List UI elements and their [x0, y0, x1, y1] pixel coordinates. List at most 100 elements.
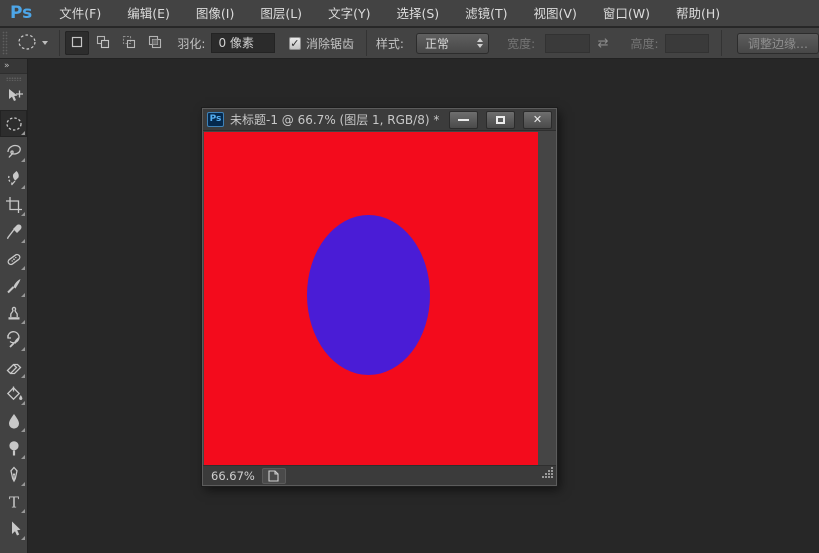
style-label: 样式:: [375, 36, 404, 51]
menu-item-2[interactable]: 图像(I): [183, 0, 247, 27]
document-statusbar: 66.67%: [203, 465, 556, 485]
tools-panel-grip-handle[interactable]: [0, 74, 27, 83]
menu-item-6[interactable]: 滤镜(T): [452, 0, 520, 27]
menu-item-4[interactable]: 文字(Y): [315, 0, 383, 27]
document-window: Ps 未标题-1 @ 66.7% (图层 1, RGB/8) * ✕ 66.67…: [202, 108, 557, 486]
menu-item-5[interactable]: 选择(S): [383, 0, 452, 27]
workspace: Ps 未标题-1 @ 66.7% (图层 1, RGB/8) * ✕ 66.67…: [29, 59, 819, 553]
flyout-indicator: [21, 185, 25, 189]
selection-mode-buttons: [65, 31, 167, 55]
intersect-selection-button[interactable]: [143, 31, 167, 55]
menu-item-9[interactable]: 帮助(H): [663, 0, 733, 27]
document-titlebar[interactable]: Ps 未标题-1 @ 66.7% (图层 1, RGB/8) * ✕: [203, 109, 556, 131]
feather-input[interactable]: 0 像素: [211, 33, 275, 53]
lasso-tool[interactable]: [0, 137, 27, 164]
tool-list: T: [0, 83, 27, 553]
new-selection-icon: [69, 34, 85, 53]
new-selection-button[interactable]: [65, 31, 90, 55]
flyout-indicator: [21, 401, 25, 405]
flyout-indicator: [21, 239, 25, 243]
elliptical-marquee-icon: [16, 31, 38, 56]
flyout-indicator: [21, 158, 25, 162]
separator: [721, 30, 722, 56]
style-select[interactable]: 正常: [415, 32, 490, 54]
move-tool[interactable]: [0, 83, 27, 110]
photoshop-app: Ps 文件(F) 编辑(E) 图像(I) 图层(L) 文字(Y) 选择(S) 滤镜(T) 视图…: [0, 0, 819, 553]
flyout-indicator: [21, 482, 25, 486]
maximize-button[interactable]: [486, 110, 515, 129]
eraser-tool[interactable]: [0, 353, 27, 380]
chevron-down-icon: [42, 41, 49, 45]
document-ps-icon: Ps: [207, 112, 224, 127]
blue-ellipse-shape[interactable]: [307, 215, 430, 375]
path-selection-tool[interactable]: [0, 515, 27, 542]
document-info-button[interactable]: [261, 467, 286, 484]
separator: [59, 30, 61, 56]
tools-panel: » T: [0, 59, 28, 553]
type-tool[interactable]: T: [0, 488, 27, 515]
antialias-label[interactable]: 消除锯齿: [306, 35, 354, 52]
move-icon: [4, 87, 24, 107]
minimize-icon: [458, 118, 469, 121]
close-button[interactable]: ✕: [523, 110, 552, 129]
shape-icon: [4, 546, 24, 553]
spot-healing-brush-tool[interactable]: [0, 245, 27, 272]
menu-item-3[interactable]: 图层(L): [247, 0, 315, 27]
menu-item-1[interactable]: 编辑(E): [114, 0, 183, 27]
add-to-selection-button[interactable]: [91, 31, 115, 55]
flyout-indicator: [21, 212, 25, 216]
flyout-indicator: [21, 293, 25, 297]
flyout-indicator: [21, 131, 25, 135]
pen-tool[interactable]: [0, 461, 27, 488]
feather-label: 羽化:: [177, 36, 206, 51]
separator: [366, 30, 367, 56]
crop-tool[interactable]: [0, 191, 27, 218]
minimize-button[interactable]: [449, 110, 478, 129]
quick-selection-tool[interactable]: [0, 164, 27, 191]
menu-item-7[interactable]: 视图(V): [521, 0, 590, 27]
subtract-from-selection-button[interactable]: [117, 31, 141, 55]
brush-tool[interactable]: [0, 272, 27, 299]
flyout-indicator: [21, 374, 25, 378]
flyout-indicator: [21, 509, 25, 513]
width-label: 宽度:: [507, 36, 536, 51]
ps-logo: Ps: [10, 3, 33, 23]
menu-item-0[interactable]: 文件(F): [46, 0, 114, 27]
clone-stamp-tool[interactable]: [0, 299, 27, 326]
shape-tool[interactable]: [0, 542, 27, 553]
height-input[interactable]: [664, 33, 710, 53]
flyout-indicator: [21, 347, 25, 351]
eyedropper-tool[interactable]: [0, 218, 27, 245]
width-input[interactable]: [545, 33, 590, 53]
menu-items: 文件(F) 编辑(E) 图像(I) 图层(L) 文字(Y) 选择(S) 滤镜(T) 视图(V)…: [46, 0, 733, 27]
elliptical-marquee-tool[interactable]: [0, 110, 27, 137]
flyout-indicator: [21, 536, 25, 540]
document-title: 未标题-1 @ 66.7% (图层 1, RGB/8) *: [230, 113, 440, 127]
tools-panel-collapse-button[interactable]: »: [0, 59, 27, 74]
swap-dimensions-icon[interactable]: ⇄: [598, 36, 609, 51]
add-to-selection-icon: [95, 34, 111, 53]
canvas-area[interactable]: [203, 131, 556, 465]
canvas[interactable]: [204, 132, 538, 465]
tool-preset-picker[interactable]: [14, 29, 54, 58]
combo-arrows-icon: [477, 38, 484, 48]
paint-bucket-tool[interactable]: [0, 380, 27, 407]
intersect-selection-icon: [147, 34, 163, 53]
options-bar-grip-handle[interactable]: [2, 31, 9, 55]
flyout-indicator: [21, 266, 25, 270]
height-label: 高度:: [630, 36, 659, 51]
style-selected-value: 正常: [424, 36, 449, 51]
subtract-from-selection-icon: [121, 34, 137, 53]
window-resize-grip[interactable]: [541, 464, 554, 483]
page-icon: [268, 469, 279, 482]
history-brush-tool[interactable]: [0, 326, 27, 353]
flyout-indicator: [21, 428, 25, 432]
dodge-tool[interactable]: [0, 434, 27, 461]
blur-tool[interactable]: [0, 407, 27, 434]
antialias-checkbox[interactable]: ✓: [288, 36, 301, 50]
flyout-indicator: [21, 320, 25, 324]
refine-edge-button[interactable]: 调整边缘…: [736, 32, 819, 54]
maximize-icon: [496, 115, 505, 124]
menu-item-8[interactable]: 窗口(W): [590, 0, 663, 27]
zoom-level[interactable]: 66.67%: [211, 469, 255, 483]
